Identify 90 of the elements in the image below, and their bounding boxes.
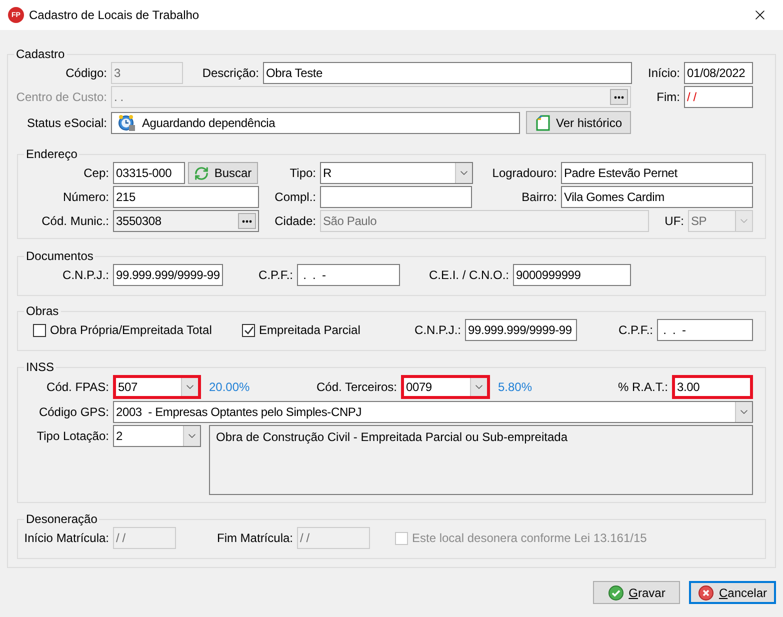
refresh-icon: [194, 166, 210, 180]
field-value: R: [323, 166, 332, 180]
group-title: Desoneração: [25, 512, 98, 527]
rate-text: 20.00%: [208, 380, 251, 394]
field-label: Cep:: [82, 166, 110, 180]
save-button[interactable]: Gravar: [593, 581, 680, 604]
group-title: Endereço: [25, 147, 78, 162]
field-value: 2: [116, 429, 124, 443]
field-label: Cidade:: [274, 214, 317, 228]
history-button[interactable]: Ver histórico: [526, 111, 631, 134]
text-field[interactable]: 99.999.999/9999-99: [465, 319, 577, 341]
text-field[interactable]: [320, 186, 472, 208]
field-label: Cód. Munic.:: [40, 214, 110, 228]
field-label: C.P.F.:: [258, 268, 294, 282]
field-label: Início:: [646, 66, 681, 80]
field-value: 0079: [406, 380, 433, 394]
group-title: Cadastro: [15, 47, 66, 62]
field-label: Fim:: [656, 90, 681, 104]
field-label: C.E.I. / C.N.O.:: [428, 268, 510, 282]
checkbox-label: Este local desonera conforme Lei 13.161/15: [412, 531, 647, 545]
field-label: Logradouro:: [491, 166, 558, 180]
text-field[interactable]: 03315-000: [113, 162, 185, 184]
field-value: 507: [118, 380, 138, 394]
text-field[interactable]: 3.00: [672, 375, 753, 399]
dropdown-field[interactable]: 0079: [401, 375, 490, 399]
field-label: C.N.P.J.:: [414, 323, 462, 337]
text-field[interactable]: . . -: [657, 319, 753, 341]
group-title: Obras: [25, 304, 60, 319]
document-icon: [534, 114, 551, 130]
field-label: Número:: [62, 190, 110, 204]
ellipsis-icon: [242, 220, 252, 222]
field-value: 2003 - Empresas Optantes pelo Simples-CNPJ: [116, 405, 363, 419]
dropdown-field[interactable]: 507: [113, 375, 201, 399]
field-value: SP: [691, 214, 708, 228]
field-label: Tipo:: [288, 166, 317, 180]
field-label: Tipo Lotação:: [36, 429, 110, 443]
field-label: Status eSocial:: [26, 116, 108, 130]
search-button[interactable]: Buscar: [188, 162, 258, 184]
clock-icon: [118, 114, 136, 132]
dropdown-field[interactable]: R: [320, 162, 473, 184]
field-label: Cód. FPAS:: [46, 380, 110, 394]
checkbox[interactable]: [242, 324, 255, 336]
text-field[interactable]: 01/08/2022: [684, 62, 753, 84]
checkmark-icon: [244, 326, 254, 334]
rate-text: 5.80%: [497, 380, 534, 394]
description-memo: Obra de Construção Civil - Empreitada Parcial ou Sub-empreitada: [209, 425, 753, 495]
checkbox-label: Empreitada Parcial: [259, 323, 360, 337]
browse-button[interactable]: [238, 213, 256, 229]
text-field[interactable]: / /: [684, 86, 753, 108]
text-field[interactable]: 99.999.999/9999-99: [113, 264, 223, 286]
cancel-button[interactable]: Cancelar: [689, 581, 776, 604]
field-label: C.P.F.:: [618, 323, 654, 337]
field-label: Cód. Terceiros:: [316, 380, 398, 394]
field-value: 3550308: [116, 214, 162, 228]
field-label: Centro de Custo:: [15, 90, 108, 104]
check-circle-icon: [608, 584, 624, 600]
field-label: Descrição:: [201, 66, 260, 80]
dropdown-button[interactable]: [181, 378, 198, 396]
text-field[interactable]: . . -: [297, 264, 400, 286]
text-field[interactable]: Vila Gomes Cardim: [561, 186, 753, 208]
field-label: Compl.:: [274, 190, 317, 204]
dropdown-button[interactable]: [455, 163, 472, 183]
group-title: Documentos: [25, 249, 94, 264]
status-field[interactable]: Aguardando dependência: [111, 112, 520, 134]
dropdown-field[interactable]: 2: [113, 425, 201, 447]
text-field[interactable]: Padre Estevão Pernet: [561, 162, 753, 184]
field-label: Bairro:: [520, 190, 558, 204]
field-label: Código GPS:: [38, 405, 110, 419]
field-label: Início Matrícula:: [23, 531, 110, 545]
checkbox[interactable]: [33, 324, 46, 336]
field-label: % R.A.T.:: [616, 380, 669, 394]
window-title: Cadastro de Locais de Trabalho: [29, 8, 200, 22]
text-field[interactable]: Obra Teste: [263, 62, 632, 84]
lookup-field[interactable]: 3550308: [113, 210, 259, 232]
cancel-icon: [698, 584, 714, 600]
dropdown-button[interactable]: [735, 402, 752, 422]
field-value: Aguardando dependência: [142, 116, 276, 130]
dropdown-button[interactable]: [183, 426, 200, 446]
field-label: Código:: [64, 66, 108, 80]
dropdown-field[interactable]: 2003 - Empresas Optantes pelo Simples-CNPJ: [113, 401, 753, 423]
text-field[interactable]: 215: [113, 186, 259, 208]
ellipsis-icon: [614, 96, 624, 98]
field-label: Fim Matrícula:: [216, 531, 294, 545]
field-label: C.N.P.J.:: [62, 268, 110, 282]
checkbox-label: Obra Própria/Empreitada Total: [50, 323, 212, 337]
dropdown-button[interactable]: [470, 378, 487, 396]
field-value: . .: [114, 90, 124, 104]
text-field[interactable]: 9000999999: [513, 264, 631, 286]
group-title: INSS: [25, 360, 56, 375]
field-label: UF:: [664, 214, 685, 228]
